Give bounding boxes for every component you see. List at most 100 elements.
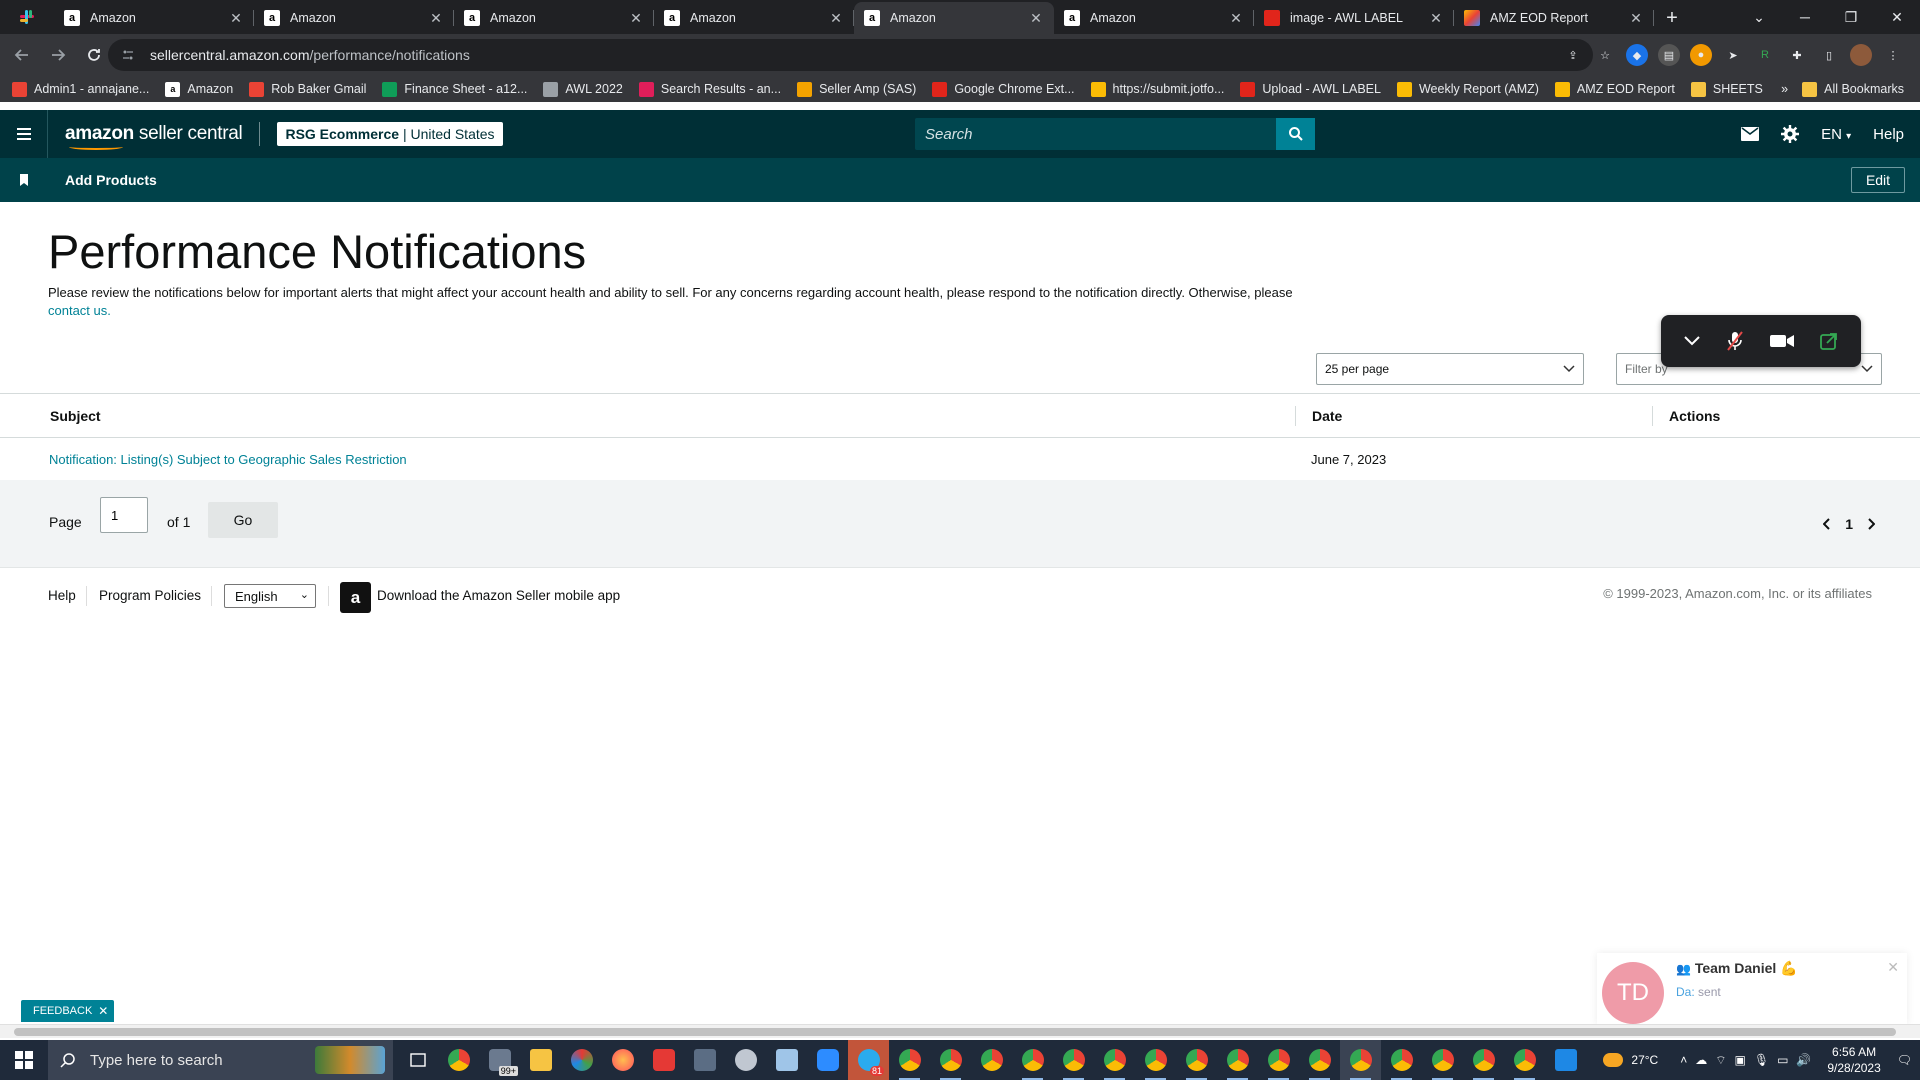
- extensions-puzzle-icon[interactable]: ✚: [1786, 44, 1808, 66]
- task-view-icon[interactable]: [397, 1040, 438, 1080]
- chrome-profile-icon[interactable]: [1053, 1040, 1094, 1080]
- url-field[interactable]: sellercentral.amazon.com/performance/not…: [108, 39, 1593, 71]
- bookmark-item[interactable]: SHEETS: [1690, 81, 1763, 97]
- chrome-profile-icon[interactable]: [1176, 1040, 1217, 1080]
- close-tab-icon[interactable]: ✕: [1028, 10, 1044, 27]
- bookmark-item[interactable]: Seller Amp (SAS): [797, 81, 916, 97]
- chrome-profile-icon[interactable]: [930, 1040, 971, 1080]
- zoom-icon[interactable]: [807, 1040, 848, 1080]
- notification-subject-link[interactable]: Notification: Listing(s) Subject to Geog…: [49, 452, 407, 467]
- browser-tab[interactable]: AMZ EOD Report ✕: [1454, 2, 1654, 34]
- telegram-icon[interactable]: 81: [848, 1040, 889, 1080]
- chrome-profile-icon[interactable]: [1217, 1040, 1258, 1080]
- hamburger-menu-icon[interactable]: [0, 110, 48, 158]
- extension-circle-icon[interactable]: ●: [1690, 44, 1712, 66]
- minimize-button[interactable]: ─: [1782, 9, 1828, 25]
- bookmark-item[interactable]: Admin1 - annajane...: [12, 81, 149, 97]
- profile-avatar[interactable]: [1850, 44, 1872, 66]
- video-camera-icon[interactable]: [1769, 333, 1795, 349]
- bookmark-item[interactable]: Google Chrome Ext...: [932, 81, 1075, 97]
- calculator-icon[interactable]: [684, 1040, 725, 1080]
- download-app-link[interactable]: Download the Amazon Seller mobile app: [377, 588, 620, 603]
- battery-icon[interactable]: ▭: [1777, 1053, 1788, 1067]
- bookmark-item[interactable]: Rob Baker Gmail: [249, 81, 366, 97]
- settings-gear-icon[interactable]: [1781, 125, 1800, 143]
- search-button[interactable]: [1276, 118, 1315, 150]
- bookmark-item[interactable]: Finance Sheet - a12...: [382, 81, 527, 97]
- messages-mail-icon[interactable]: [1741, 127, 1760, 141]
- close-tab-icon[interactable]: ✕: [1628, 10, 1644, 27]
- chrome-profile-icon[interactable]: [889, 1040, 930, 1080]
- seller-central-logo[interactable]: amazon seller central: [65, 123, 243, 150]
- language-selector[interactable]: EN ▾: [1821, 126, 1851, 143]
- side-panel-icon[interactable]: ▯: [1818, 44, 1840, 66]
- forward-button[interactable]: [44, 41, 72, 69]
- chevron-left-icon[interactable]: [1823, 518, 1831, 530]
- search-input[interactable]: [915, 118, 1276, 150]
- volume-icon[interactable]: 🔊: [1796, 1053, 1811, 1067]
- bookmark-page-icon[interactable]: [0, 174, 48, 186]
- taskbar-search-box[interactable]: Type here to search: [48, 1040, 393, 1080]
- bookmark-item[interactable]: https://submit.jotfo...: [1090, 81, 1224, 97]
- windows-start-icon[interactable]: [0, 1040, 48, 1080]
- bookmark-star-icon[interactable]: ☆: [1594, 44, 1616, 66]
- close-tab-icon[interactable]: ✕: [828, 10, 844, 27]
- close-tab-icon[interactable]: ✕: [428, 10, 444, 27]
- color-app-icon[interactable]: [561, 1040, 602, 1080]
- chrome-profile-icon[interactable]: [1504, 1040, 1545, 1080]
- column-header-subject[interactable]: Subject: [50, 408, 101, 424]
- page-number-input[interactable]: [100, 497, 148, 533]
- taskbar-clock[interactable]: 6:56 AM 9/28/2023: [1827, 1044, 1880, 1076]
- current-page-number[interactable]: 1: [1845, 516, 1853, 532]
- browser-tab[interactable]: a Amazon ✕: [254, 2, 454, 34]
- cloud-icon[interactable]: ☁: [1695, 1053, 1707, 1067]
- chrome-profile-icon[interactable]: [1381, 1040, 1422, 1080]
- chrome-profile-icon[interactable]: [1135, 1040, 1176, 1080]
- bookmark-item[interactable]: Upload - AWL LABEL: [1240, 81, 1381, 97]
- chrome-menu-icon[interactable]: ⋮: [1882, 44, 1904, 66]
- help-link[interactable]: Help: [1873, 126, 1904, 143]
- chrome-active-icon[interactable]: [1340, 1040, 1381, 1080]
- program-policies-link[interactable]: Program Policies: [99, 588, 201, 603]
- close-window-button[interactable]: ✕: [1874, 9, 1920, 26]
- wps-office-icon[interactable]: [643, 1040, 684, 1080]
- close-icon[interactable]: ✕: [98, 1004, 108, 1018]
- edit-button[interactable]: Edit: [1851, 167, 1905, 193]
- feedback-button[interactable]: FEEDBACK ✕: [21, 1000, 115, 1022]
- share-icon[interactable]: ⇪: [1562, 44, 1584, 66]
- amazon-seller-app-icon[interactable]: a: [340, 582, 371, 613]
- browser-tab[interactable]: image - AWL LABEL ✕: [1254, 2, 1454, 34]
- close-tab-icon[interactable]: ✕: [228, 10, 244, 27]
- browser-tab[interactable]: a Amazon ✕: [454, 2, 654, 34]
- app-r-icon[interactable]: [1545, 1040, 1586, 1080]
- close-tab-icon[interactable]: ✕: [1228, 10, 1244, 27]
- close-icon[interactable]: ✕: [1887, 959, 1899, 976]
- chrome-profile-icon[interactable]: [1258, 1040, 1299, 1080]
- bookmark-item[interactable]: Search Results - an...: [638, 81, 781, 97]
- mic-muted-icon[interactable]: [1725, 330, 1745, 352]
- footer-help-link[interactable]: Help: [48, 588, 76, 603]
- extension-off-icon[interactable]: ▤: [1658, 44, 1680, 66]
- browser-tab[interactable]: a Amazon ✕: [654, 2, 854, 34]
- chat-notification-toast[interactable]: TD 👥 Team Daniel 💪 Da: sent ✕: [1597, 953, 1907, 1025]
- site-info-icon[interactable]: [122, 49, 136, 61]
- chevron-right-icon[interactable]: [1867, 518, 1875, 530]
- share-screen-icon[interactable]: [1819, 331, 1839, 351]
- browser-tab[interactable]: a Amazon ✕: [1054, 2, 1254, 34]
- wifi-icon[interactable]: ⌔: [1715, 1053, 1726, 1068]
- horizontal-scrollbar[interactable]: [0, 1024, 1920, 1038]
- extension-r-icon[interactable]: R: [1754, 44, 1776, 66]
- extension-arrow-icon[interactable]: ➤: [1722, 44, 1744, 66]
- notes-app-icon[interactable]: [766, 1040, 807, 1080]
- all-bookmarks[interactable]: All Bookmarks: [1802, 81, 1904, 97]
- weather-icon[interactable]: [1603, 1053, 1624, 1067]
- chrome-profile-icon[interactable]: [1299, 1040, 1340, 1080]
- restore-button[interactable]: ❐: [1828, 9, 1874, 26]
- reload-button[interactable]: [80, 41, 108, 69]
- weather-temp[interactable]: 27°C: [1631, 1053, 1658, 1067]
- bookmark-item[interactable]: Weekly Report (AMZ): [1396, 81, 1539, 97]
- new-tab-button[interactable]: +: [1654, 2, 1690, 34]
- back-button[interactable]: [8, 41, 36, 69]
- notification-center-icon[interactable]: 🗨: [1897, 1053, 1912, 1067]
- browser-tab[interactable]: a Amazon ✕: [854, 2, 1054, 34]
